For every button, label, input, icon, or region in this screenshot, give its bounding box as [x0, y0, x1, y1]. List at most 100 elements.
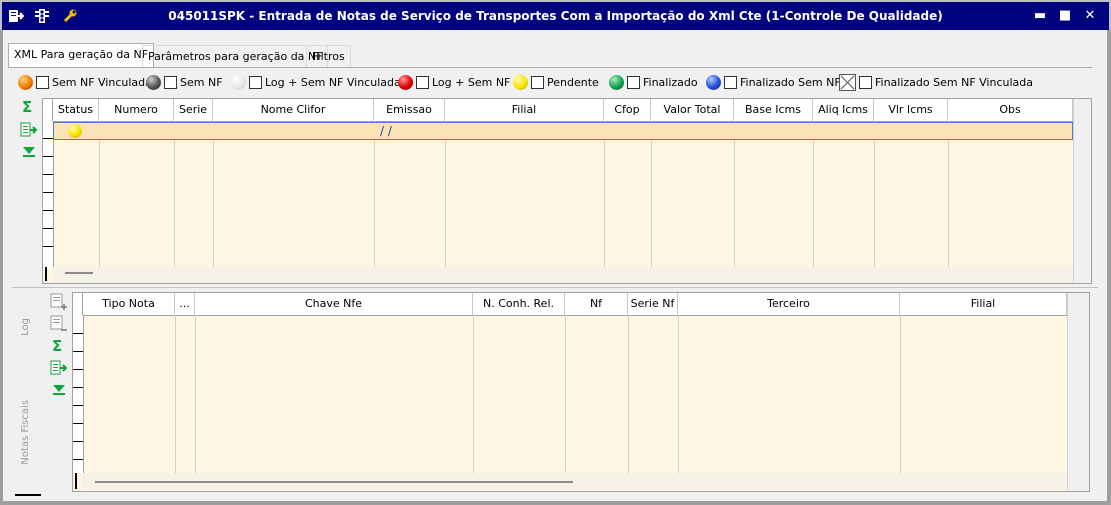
- checkbox[interactable]: [531, 75, 544, 89]
- side-tab-notas-fiscais[interactable]: Notas Fiscais: [20, 400, 31, 465]
- legend-label: Log + Sem NF Vinculada: [265, 75, 401, 89]
- col-terceiro[interactable]: Terceiro: [678, 293, 900, 315]
- tab-filtros[interactable]: Filtros: [306, 45, 351, 68]
- row-indicator-tick: [45, 267, 47, 281]
- legend-label: Finalizado: [643, 75, 698, 89]
- legend-label: Pendente: [547, 75, 599, 89]
- row-indicator-column: [73, 315, 84, 473]
- maximize-button[interactable]: ■: [1058, 9, 1072, 23]
- col-tipo-nota[interactable]: Tipo Nota: [83, 293, 175, 315]
- row-indicator-tick: [43, 246, 53, 247]
- remove-row-icon[interactable]: [50, 315, 68, 333]
- minimize-button[interactable]: ▬: [1033, 9, 1047, 23]
- scrollbar-thumb[interactable]: [95, 481, 573, 483]
- sum-icon[interactable]: Σ: [22, 100, 32, 115]
- col-divider: [874, 121, 875, 268]
- row-indicator-tick: [73, 459, 83, 460]
- col-nf[interactable]: Nf: [565, 293, 628, 315]
- row-indicator-tick: [43, 156, 53, 157]
- sum-icon[interactable]: Σ: [52, 339, 62, 354]
- row-indicator-tick: [73, 405, 83, 406]
- close-button[interactable]: ✕: [1083, 9, 1097, 23]
- green-ball-icon: [609, 74, 624, 90]
- col-divider: [900, 315, 901, 473]
- tab-xml[interactable]: XML Para geração da NF: [8, 43, 155, 68]
- blue-ball-icon: [706, 74, 721, 90]
- checkbox[interactable]: [416, 75, 429, 89]
- col-emissao[interactable]: Emissao: [374, 99, 445, 121]
- col-divider: [948, 121, 949, 268]
- export-icon[interactable]: [50, 360, 68, 376]
- red-ball-icon: [398, 74, 413, 90]
- crossed-box-icon: [839, 73, 856, 91]
- side-tab-log[interactable]: Log: [20, 318, 31, 336]
- col-filial[interactable]: Filial: [445, 99, 604, 121]
- checkbox[interactable]: [859, 75, 872, 89]
- collapse-down-icon[interactable]: [22, 146, 36, 158]
- row-indicator-tick: [73, 333, 83, 334]
- row-indicator-header: [43, 99, 53, 121]
- col-divider: [565, 315, 566, 473]
- col-filial[interactable]: Filial: [900, 293, 1067, 315]
- col-status[interactable]: Status: [53, 99, 99, 121]
- emissao-value: / /: [380, 124, 392, 138]
- horizontal-scrollbar[interactable]: [53, 267, 1073, 283]
- col-divider: [473, 315, 474, 473]
- col-valor-total[interactable]: Valor Total: [651, 99, 734, 121]
- add-row-icon[interactable]: [50, 293, 68, 311]
- row-indicator-tick: [43, 138, 53, 139]
- xml-grid[interactable]: Status Numero Serie Nome Clifor Emissao …: [42, 98, 1092, 284]
- row-indicator-tick: [73, 387, 83, 388]
- col-vlr-icms[interactable]: Vlr Icms: [874, 99, 948, 121]
- checkbox[interactable]: [36, 75, 49, 89]
- col-divider: [678, 315, 679, 473]
- col-cfop[interactable]: Cfop: [604, 99, 651, 121]
- col-ellipsis[interactable]: ...: [175, 293, 195, 315]
- collapse-down-icon[interactable]: [52, 384, 66, 396]
- col-divider: [195, 315, 196, 473]
- checkbox[interactable]: [724, 75, 737, 89]
- row-indicator-tick: [75, 473, 77, 489]
- col-serie[interactable]: Serie: [174, 99, 213, 121]
- col-divider: [813, 121, 814, 268]
- col-divider: [604, 121, 605, 268]
- col-divider: [374, 121, 375, 268]
- window-title: 045011SPK - Entrada de Notas de Serviço …: [168, 9, 943, 23]
- checkbox[interactable]: [249, 75, 262, 89]
- col-aliq-icms[interactable]: Aliq Icms: [813, 99, 874, 121]
- col-divider: [445, 121, 446, 268]
- scrollbar-thumb[interactable]: [65, 272, 93, 274]
- export-icon[interactable]: [20, 122, 38, 138]
- row-indicator-tick: [43, 210, 53, 211]
- col-chave-nfe[interactable]: Chave Nfe: [195, 293, 473, 315]
- col-n-conh-rel[interactable]: N. Conh. Rel.: [473, 293, 565, 315]
- legend-label: Log + Sem NF: [432, 75, 511, 89]
- yellow-ball-icon: [513, 74, 528, 90]
- orange-ball-icon: [18, 74, 33, 90]
- col-nome-clifor[interactable]: Nome Clifor: [213, 99, 374, 121]
- tab-parametros[interactable]: Parâmetros para geração da NF: [142, 45, 329, 68]
- checkbox[interactable]: [627, 75, 640, 89]
- legend-sem-nf: Sem NF: [146, 73, 223, 91]
- vertical-scrollbar[interactable]: [1073, 99, 1091, 283]
- checkbox[interactable]: [164, 75, 177, 89]
- col-obs[interactable]: Obs: [948, 99, 1073, 121]
- row-indicator-tick: [73, 423, 83, 424]
- col-divider: [174, 121, 175, 268]
- legend-label: Sem NF Vinculada: [52, 75, 152, 89]
- horizontal-scrollbar[interactable]: [83, 473, 1067, 489]
- col-divider: [628, 315, 629, 473]
- row-indicator-tick: [43, 228, 53, 229]
- col-divider: [175, 315, 176, 473]
- legend-label: Sem NF: [180, 75, 223, 89]
- row-indicator-tick: [73, 351, 83, 352]
- col-base-icms[interactable]: Base Icms: [734, 99, 813, 121]
- table-row[interactable]: / /: [53, 122, 1073, 140]
- vertical-scrollbar[interactable]: [1067, 293, 1089, 491]
- legend-finalizado-sem-nf-vinculada: Finalizado Sem NF Vinculada: [839, 73, 1033, 91]
- notas-fiscais-grid[interactable]: Tipo Nota ... Chave Nfe N. Conh. Rel. Nf…: [72, 292, 1090, 492]
- col-divider: [734, 121, 735, 268]
- col-serie-nf[interactable]: Serie Nf: [628, 293, 678, 315]
- col-numero[interactable]: Numero: [99, 99, 174, 121]
- legend-log-sem-nf: Log + Sem NF: [398, 73, 510, 91]
